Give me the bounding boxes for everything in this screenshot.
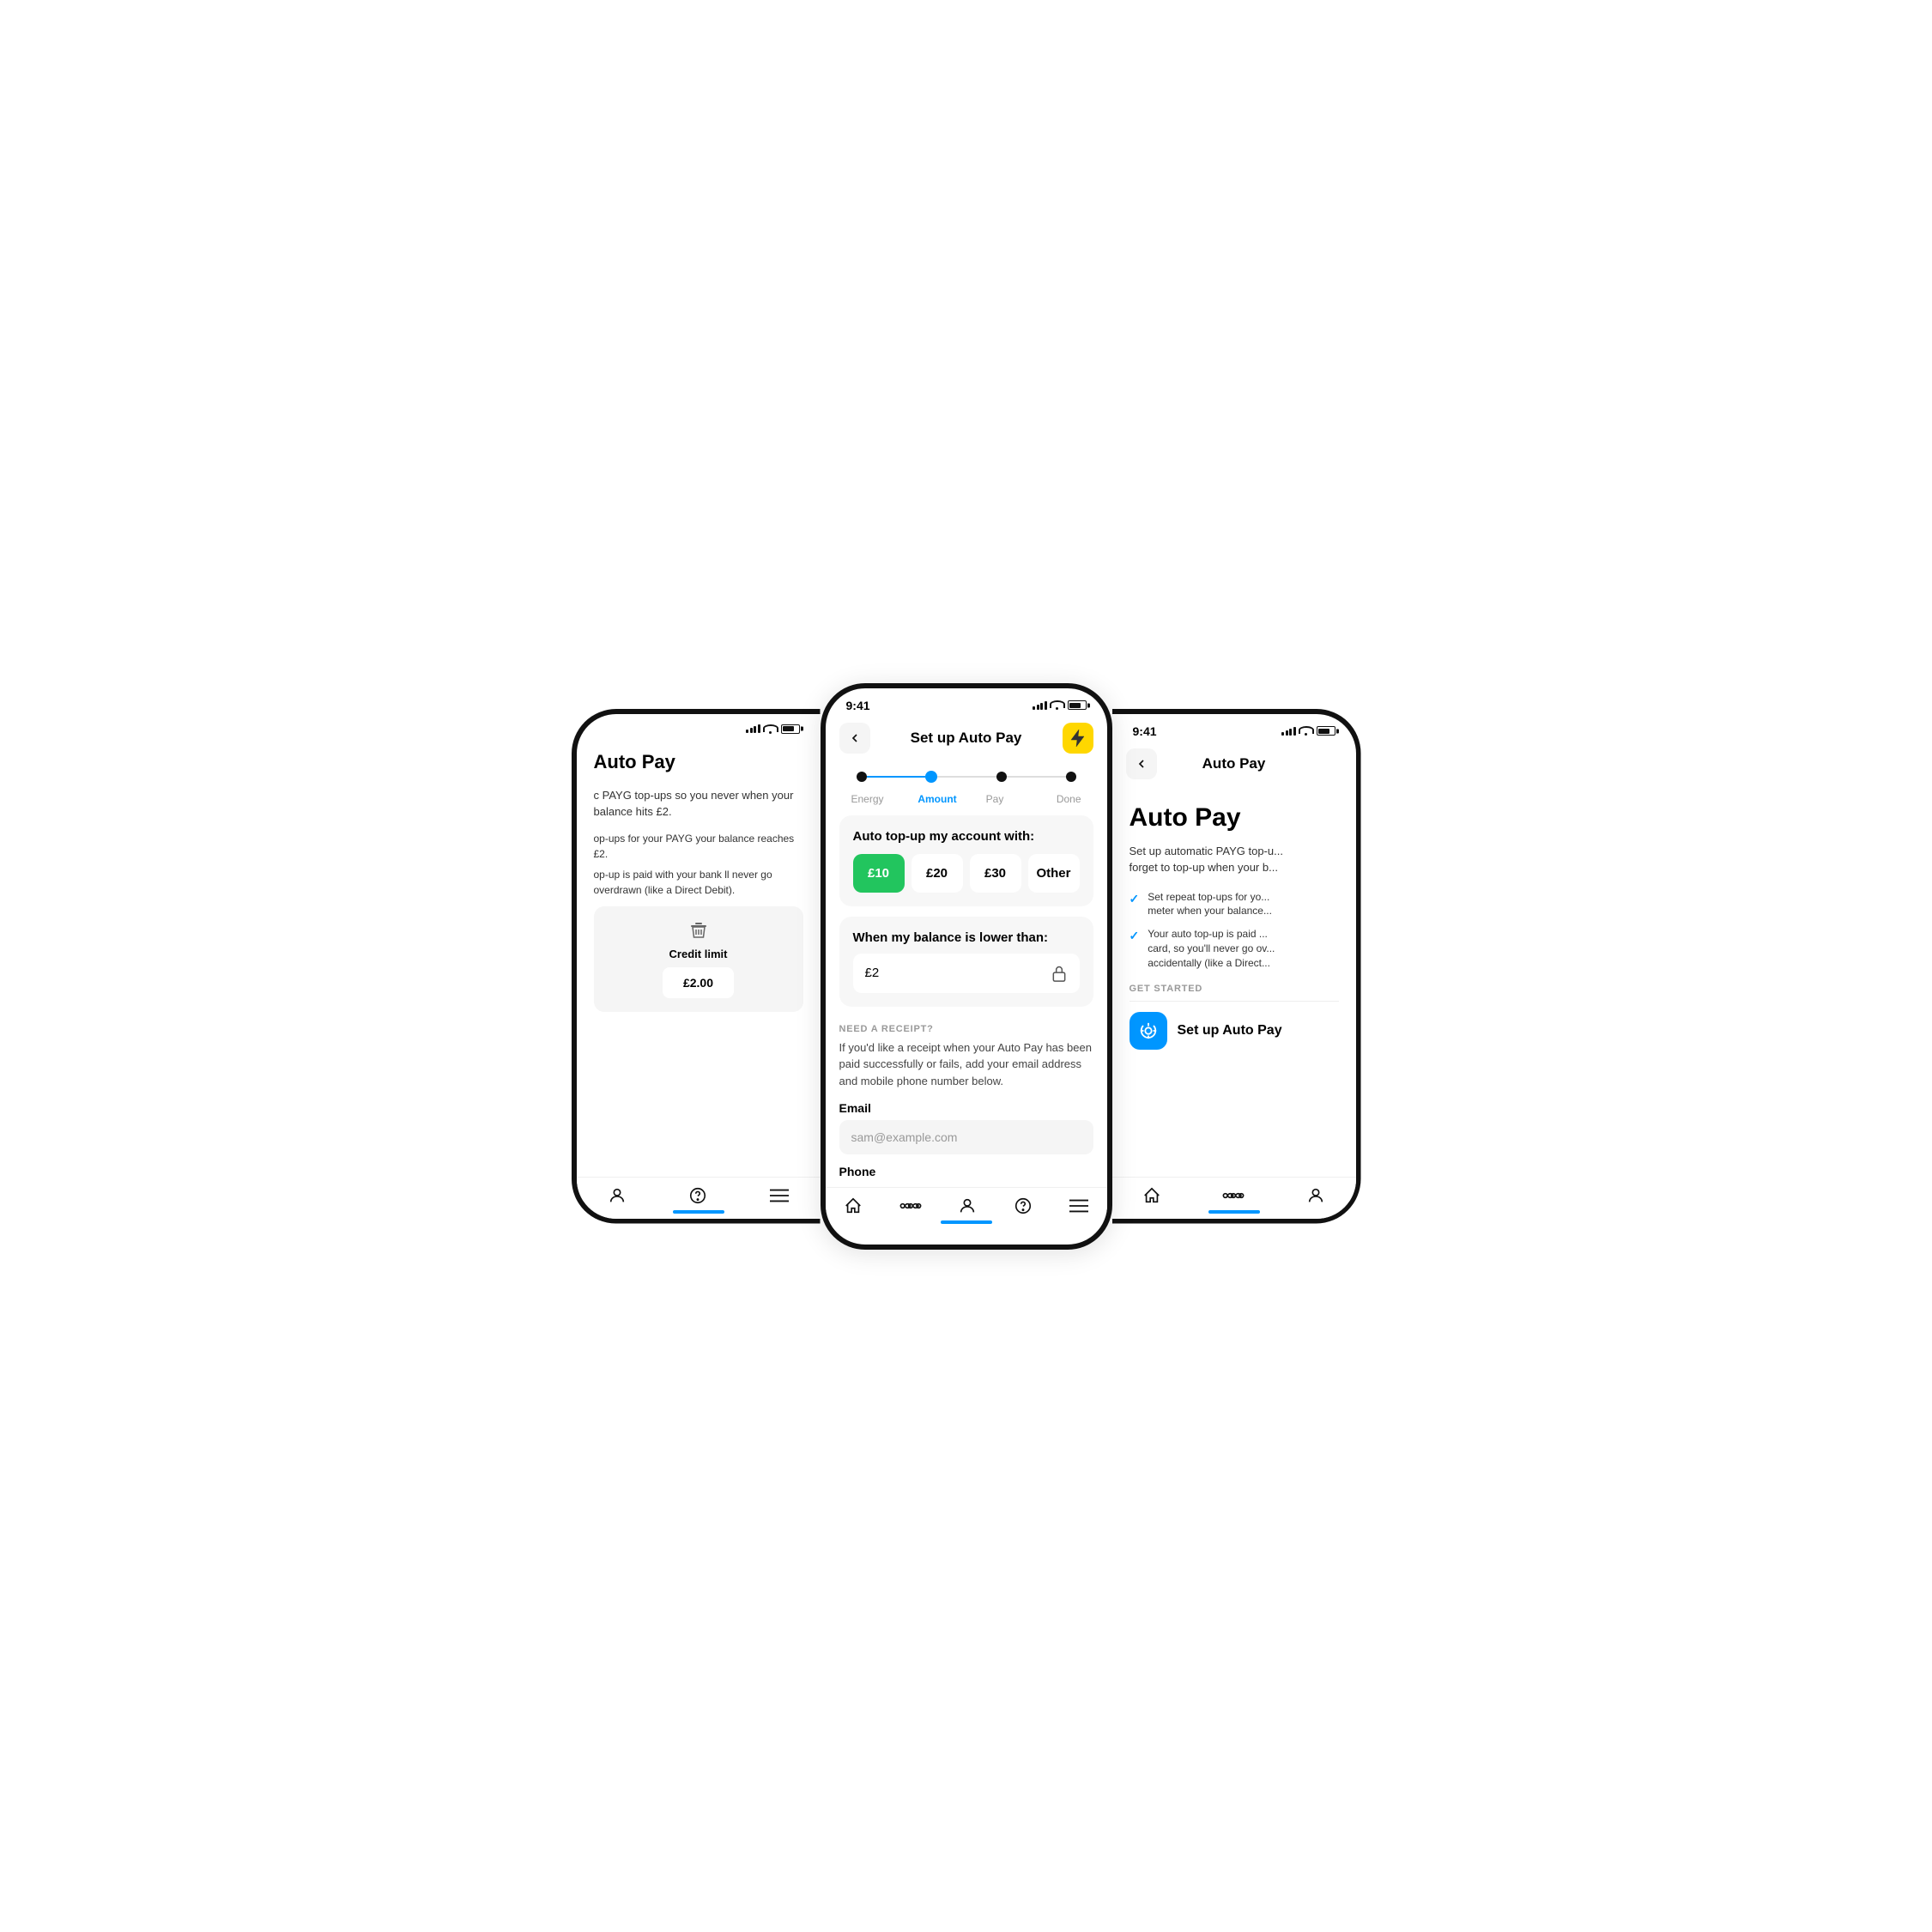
step-line-1 [867,776,926,778]
delete-icon[interactable] [688,920,709,941]
left-intro3: op-up is paid with your bank ll never go… [594,867,803,898]
step-line-3 [1007,776,1066,778]
amount-btn-10[interactable]: £10 [853,854,905,893]
time-right: 9:41 [1133,724,1157,738]
credit-limit-label: Credit limit [669,948,728,960]
back-button-center[interactable] [839,723,870,754]
amount-btn-other[interactable]: Other [1028,854,1080,893]
signal-icon-right [1281,727,1296,736]
balance-card: When my balance is lower than: £2 [839,917,1093,1007]
phone-center: 9:41 Set up Auto Pay [821,683,1112,1250]
balance-input-row: £2 [853,954,1080,993]
screen-container: Auto Pay c PAYG top-ups so you never whe… [494,683,1438,1250]
nav-account-center[interactable] [958,1196,977,1215]
status-bar-center: 9:41 [826,688,1107,716]
balance-title: When my balance is lower than: [853,930,1080,945]
wifi-icon-center [1051,700,1063,710]
step-label-pay: Pay [966,793,1024,805]
status-bar-left [577,714,821,737]
nav-menu-center[interactable] [1069,1198,1088,1214]
signal-icon-left [746,724,760,733]
topup-card: Auto top-up my account with: £10 £20 £30… [839,815,1093,906]
topup-card-title: Auto top-up my account with: [853,829,1080,844]
credit-limit-card: Credit limit £2.00 [594,906,803,1012]
autopay-desc: Set up automatic PAYG top-u...forget to … [1130,843,1339,876]
nav-account-right[interactable] [1306,1186,1325,1205]
checkmark-1: ✓ [1130,892,1140,906]
step-dot-done [1066,772,1076,782]
nav-menu-left[interactable] [770,1188,789,1203]
lock-icon [1051,964,1068,983]
step-dot-amount [925,771,937,783]
get-started-label: GET STARTED [1130,984,1339,994]
receipt-desc: If you'd like a receipt when your Auto P… [839,1039,1093,1090]
progress-steps [839,764,1093,796]
bottom-nav-right [1112,1177,1356,1219]
autopay-title: Auto Pay [1130,803,1339,833]
feature-item-2: ✓ Your auto top-up is paid ...card, so y… [1130,927,1339,970]
battery-icon-right [1317,726,1335,736]
amount-options: £10 £20 £30 Other [853,854,1080,893]
amount-btn-30[interactable]: £30 [970,854,1021,893]
left-phone-content: Auto Pay c PAYG top-ups so you never whe… [577,737,821,1177]
back-button-right[interactable] [1126,748,1157,779]
setup-btn-label: Set up Auto Pay [1178,1023,1282,1039]
phone-right: 9:41 Auto Pay [1112,709,1361,1224]
feature-item-1: ✓ Set repeat top-ups for yo...meter when… [1130,890,1339,919]
bottom-nav-left [577,1177,821,1219]
divider [1130,1001,1339,1002]
step-dot-pay [996,772,1007,782]
step-label-amount: Amount [909,793,966,805]
nav-account-left[interactable] [608,1186,627,1205]
center-header: Set up Auto Pay [826,716,1107,764]
phone-label: Phone [839,1165,1093,1178]
setup-btn-icon [1130,1012,1167,1050]
email-input[interactable]: sam@example.com [839,1120,1093,1154]
nav-help-center[interactable] [1014,1196,1033,1215]
status-bar-right: 9:41 [1112,714,1356,742]
lightning-button[interactable] [1063,723,1093,754]
nav-home-center[interactable] [844,1196,863,1215]
signal-icon-center [1033,701,1047,710]
wifi-icon-left [765,724,777,734]
battery-icon-left [781,724,800,734]
nav-network-right[interactable] [1222,1188,1245,1203]
step-label-energy: Energy [851,793,909,805]
center-header-title: Set up Auto Pay [911,730,1022,747]
feature-text-1: Set repeat top-ups for yo...meter when y… [1148,890,1272,919]
step-dot-energy [857,772,867,782]
right-screen-content: Auto Pay Set up automatic PAYG top-u...f… [1112,790,1356,1177]
feature-text-2: Your auto top-up is paid ...card, so you… [1148,927,1275,970]
checkmark-2: ✓ [1130,929,1140,943]
email-label: Email [839,1101,1093,1115]
battery-icon-center [1068,700,1087,710]
left-title: Auto Pay [594,751,803,773]
nav-network-center[interactable] [899,1198,922,1214]
left-intro2: op-ups for your PAYG your balance reache… [594,831,803,862]
setup-autopay-button[interactable]: Set up Auto Pay [1130,1012,1339,1050]
steps-labels: Energy Amount Pay Done [839,793,1093,805]
balance-value: £2 [865,966,880,980]
wifi-icon-right [1300,726,1312,736]
right-header: Auto Pay [1112,742,1356,790]
credit-limit-value: £2.00 [663,967,734,998]
bottom-nav-center [826,1187,1107,1229]
nav-help-left[interactable] [688,1186,707,1205]
phone-left: Auto Pay c PAYG top-ups so you never whe… [572,709,821,1224]
time-center: 9:41 [846,699,870,712]
left-intro1: c PAYG top-ups so you never when your ba… [594,787,803,821]
amount-btn-20[interactable]: £20 [911,854,963,893]
step-line-2 [937,776,996,778]
nav-home-right[interactable] [1142,1186,1161,1205]
step-label-done: Done [1024,793,1081,805]
right-header-title: Auto Pay [1202,755,1266,772]
receipt-label: NEED A RECEIPT? [839,1024,1093,1034]
receipt-section: NEED A RECEIPT? If you'd like a receipt … [826,1017,1107,1188]
